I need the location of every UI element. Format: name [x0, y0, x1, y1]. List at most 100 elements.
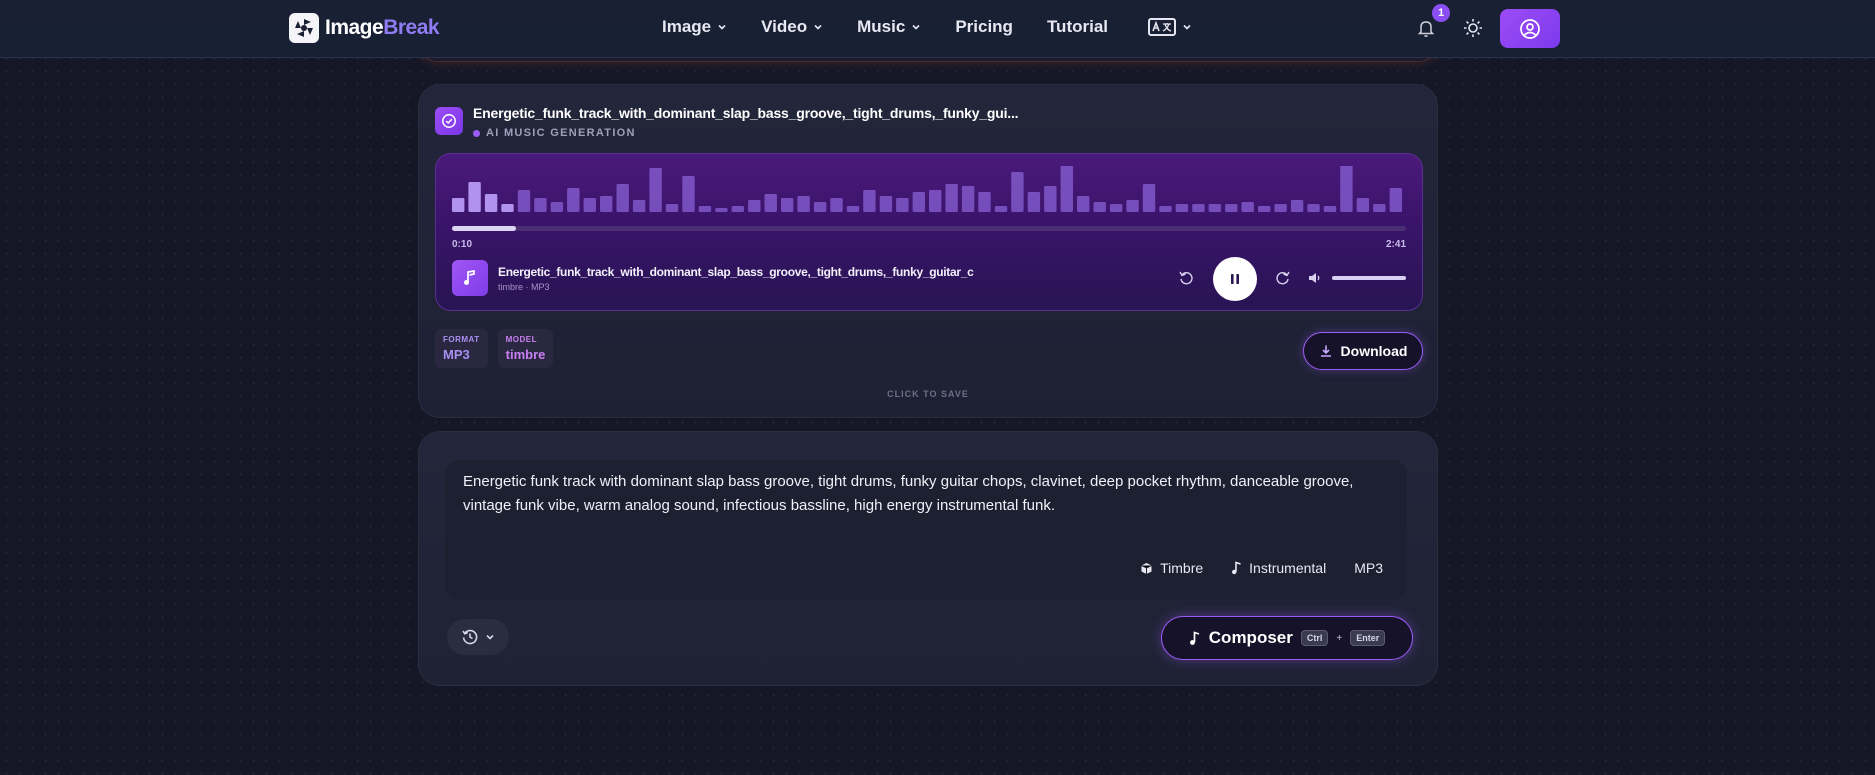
waveform-bar [863, 190, 876, 212]
brand-name: ImageBreak [325, 16, 440, 40]
nav-music-label: Music [857, 17, 906, 36]
top-navigation-bar: ImageBreak Image Video Music Pricing Tut… [0, 0, 1875, 58]
nav-tutorial[interactable]: Tutorial [1047, 17, 1108, 37]
waveform-bar [1192, 204, 1205, 212]
result-header: Energetic_funk_track_with_dominant_slap_… [435, 105, 1019, 139]
waveform-bar [534, 198, 547, 212]
option-instrumental-label: Instrumental [1249, 560, 1327, 576]
waveform-bar [1323, 206, 1337, 212]
waveform-bar [1011, 172, 1024, 212]
waveform-bar [961, 186, 975, 212]
result-title: Energetic_funk_track_with_dominant_slap_… [473, 105, 1019, 121]
waveform-bar [550, 202, 564, 212]
music-note-icon [1232, 561, 1241, 575]
waveform-bar [912, 192, 925, 212]
rewind-icon[interactable] [1178, 270, 1194, 286]
waveform-bar [1356, 198, 1370, 212]
nav-image[interactable]: Image [662, 17, 727, 37]
waveform-bar [1159, 206, 1172, 212]
status-dot [473, 129, 480, 137]
progress-fill [452, 226, 516, 231]
waveform-bar [1389, 188, 1402, 212]
nav-video[interactable]: Video [761, 17, 823, 37]
waveform-bar [731, 206, 744, 212]
waveform-bar [929, 190, 942, 212]
download-icon [1320, 345, 1331, 357]
waveform-bar [830, 198, 843, 212]
save-hint: CLICK TO SAVE [887, 389, 969, 399]
prompt-text[interactable]: Energetic funk track with dominant slap … [463, 470, 1393, 518]
nav-video-label: Video [761, 17, 808, 36]
waveform-bar [1142, 184, 1156, 212]
model-value: timbre [505, 347, 546, 362]
waveform-bar [583, 198, 596, 212]
brand-logo[interactable]: ImageBreak [289, 13, 440, 43]
audio-player: 0:10 2:41 Energetic_funk_track_with_domi… [435, 153, 1423, 311]
main-nav: Image Video Music Pricing Tutorial [662, 17, 1192, 37]
format-value: MP3 [443, 347, 470, 362]
logo-icon [289, 13, 319, 43]
option-format-label: MP3 [1354, 560, 1383, 576]
compose-button[interactable]: Composer Ctrl + Enter [1161, 616, 1413, 660]
waveform-bar [1175, 204, 1189, 212]
shortcut-enter: Enter [1350, 630, 1386, 646]
track-meta: timbre · MP3 [498, 282, 550, 292]
waveform[interactable] [452, 166, 1406, 212]
music-note-icon [452, 260, 488, 296]
option-format[interactable]: MP3 [1354, 560, 1383, 576]
chevron-down-icon [718, 24, 726, 30]
waveform-bar [698, 206, 712, 212]
waveform-bar [1258, 206, 1271, 212]
option-timbre[interactable]: Timbre [1140, 560, 1203, 576]
waveform-bar [994, 206, 1008, 212]
waveform-bar [1241, 202, 1254, 212]
brand-name-part2: Break [383, 16, 440, 39]
chevron-down-icon [912, 24, 920, 30]
nav-music[interactable]: Music [857, 17, 921, 37]
brand-name-part1: Image [325, 16, 384, 39]
pause-icon [1231, 274, 1239, 284]
result-subtitle: AI MUSIC GENERATION [473, 127, 1018, 139]
sun-icon[interactable] [1462, 17, 1484, 39]
waveform-bar [632, 200, 646, 212]
current-time: 0:10 [452, 239, 473, 250]
compose-label: Composer [1208, 628, 1293, 647]
waveform-bar [896, 198, 909, 212]
shortcut-plus: + [1336, 632, 1343, 644]
waveform-bar [1307, 204, 1320, 212]
result-meta-chips: FORMAT MP3 MODEL timbre [435, 329, 554, 368]
language-selector[interactable] [1148, 18, 1192, 36]
waveform-bar [1274, 204, 1287, 212]
waveform-bar [797, 196, 810, 212]
waveform-bar [1027, 192, 1041, 212]
waveform-bar [1044, 186, 1057, 212]
result-subtitle-text: AI MUSIC GENERATION [486, 127, 636, 139]
waveform-bar [452, 198, 465, 212]
bell-icon[interactable] [1415, 17, 1437, 39]
waveform-bar [1109, 204, 1123, 212]
pause-button[interactable] [1213, 257, 1257, 301]
waveform-bar [813, 202, 827, 212]
progress-bar[interactable] [452, 226, 1406, 231]
waveform-bar [1373, 204, 1386, 212]
waveform-bar [748, 200, 761, 212]
volume-icon[interactable] [1307, 270, 1323, 286]
cube-icon [1141, 562, 1152, 574]
history-icon [462, 629, 478, 645]
option-instrumental[interactable]: Instrumental [1231, 560, 1326, 576]
nav-tutorial-label: Tutorial [1046, 17, 1109, 36]
volume-slider[interactable] [1332, 276, 1406, 280]
prompt-input[interactable]: Energetic funk track with dominant slap … [445, 460, 1407, 600]
nav-pricing[interactable]: Pricing [955, 17, 1013, 37]
history-button[interactable] [447, 619, 509, 655]
account-button[interactable] [1500, 9, 1560, 48]
forward-icon[interactable] [1275, 270, 1291, 286]
option-timbre-label: Timbre [1160, 560, 1204, 576]
waveform-bar [649, 168, 662, 212]
track-row: Energetic_funk_track_with_dominant_slap_… [452, 257, 1406, 301]
waveform-bar [846, 206, 860, 212]
waveform-bar [1060, 166, 1073, 212]
waveform-bar [1208, 204, 1221, 212]
nav-image-label: Image [662, 17, 712, 36]
download-button[interactable]: Download [1303, 332, 1423, 370]
